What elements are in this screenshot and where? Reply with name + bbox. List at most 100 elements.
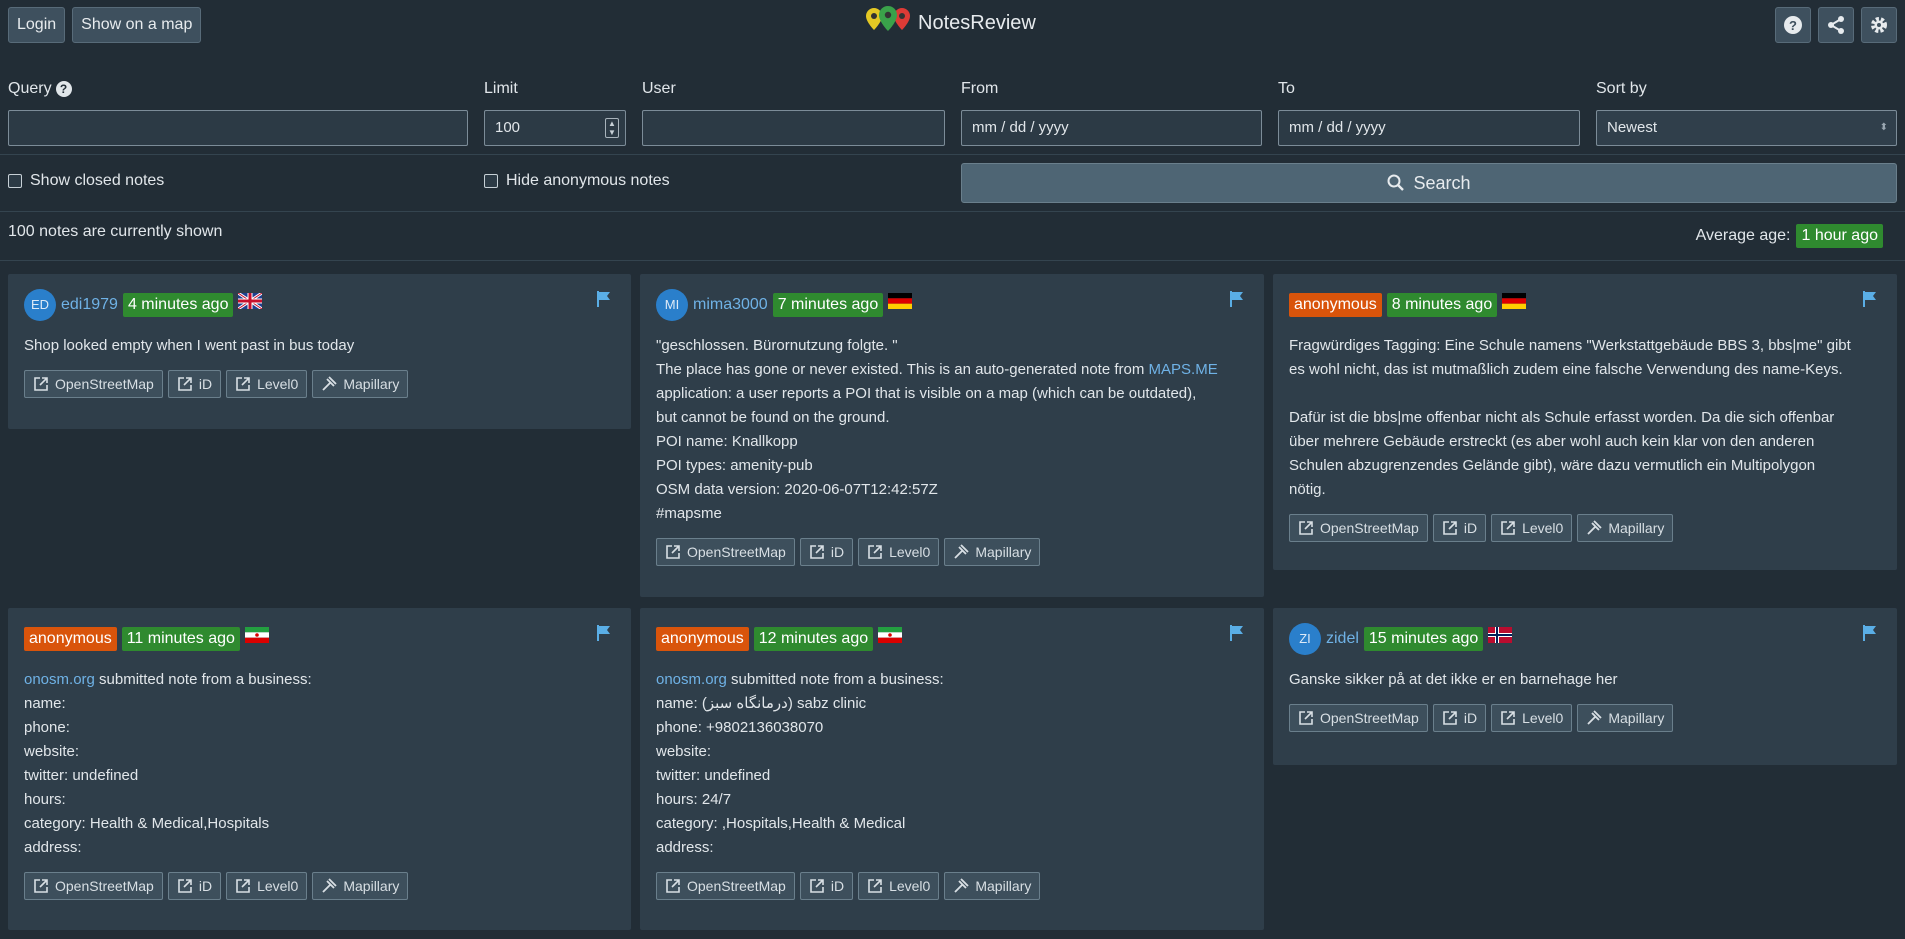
note-card: anonymous 12 minutes ago onosm.org submitt… (640, 608, 1264, 930)
average-age-badge: 1 hour ago (1796, 224, 1883, 248)
openstreetmap-button[interactable]: OpenStreetMap (656, 538, 795, 566)
svg-text:?: ? (1789, 18, 1797, 33)
action-label: Mapillary (343, 878, 400, 894)
from-label: From (961, 80, 999, 97)
level0-button[interactable]: Level0 (858, 538, 940, 566)
external-link-icon (867, 878, 883, 894)
mapillary-button[interactable]: Mapillary (312, 872, 409, 900)
brand: NotesReview (864, 6, 1036, 40)
note-body: Fragwürdiges Tagging: Eine Schule namens… (1289, 334, 1881, 502)
search-label: Search (1413, 172, 1471, 193)
action-label: OpenStreetMap (1320, 710, 1419, 726)
user-input[interactable] (642, 110, 945, 146)
divider (0, 154, 1905, 155)
mapillary-button[interactable]: Mapillary (312, 370, 409, 398)
note-card: ZI zidel 15 minutes ago Ganske sikker på at… (1273, 608, 1897, 765)
show-closed-checkbox[interactable]: Show closed notes (8, 172, 164, 190)
report-flag-icon[interactable] (595, 290, 613, 308)
checkbox-box[interactable] (484, 174, 498, 188)
anonymous-badge: anonymous (656, 627, 749, 651)
anonymous-badge: anonymous (1289, 293, 1382, 317)
level0-button[interactable]: Level0 (858, 872, 940, 900)
note-text-line: category: Health & Medical,Hospitals (24, 812, 615, 836)
external-link-icon (177, 376, 193, 392)
id-editor-button[interactable]: iD (167, 872, 222, 900)
login-button[interactable]: Login (8, 7, 66, 43)
note-text-line: onosm.org submitted note from a business… (656, 668, 1248, 692)
external-link-icon (235, 878, 251, 894)
openstreetmap-button[interactable]: OpenStreetMap (1289, 704, 1428, 732)
note-text-line: address: (656, 836, 1248, 860)
checkbox-box[interactable] (8, 174, 22, 188)
limit-stepper[interactable]: ▲ ▼ (605, 118, 619, 138)
de-flag-icon (1502, 293, 1527, 317)
note-text: application: a user reports a POI that i… (656, 385, 1197, 402)
help-icon: ? (1784, 16, 1802, 34)
from-date-input[interactable]: mm / dd / yyyy (961, 110, 1262, 146)
sort-select[interactable]: Newest ⬍ (1596, 110, 1897, 146)
no-flag-icon (1488, 627, 1513, 651)
search-button[interactable]: Search (961, 163, 1897, 203)
openstreetmap-button[interactable]: OpenStreetMap (1289, 514, 1428, 542)
id-editor-button[interactable]: iD (1432, 704, 1487, 732)
top-bar: Login Show on a map NotesReview ? (0, 0, 1905, 50)
level0-button[interactable]: Level0 (1491, 514, 1573, 542)
help-button[interactable]: ? (1775, 7, 1811, 43)
user-link[interactable]: edi1979 (61, 293, 118, 317)
mapillary-button[interactable]: Mapillary (944, 872, 1041, 900)
share-button[interactable] (1818, 7, 1854, 43)
user-label: User (642, 80, 676, 97)
note-text: category: Health & Medical,Hospitals (24, 815, 270, 832)
source-link[interactable]: onosm.org (24, 671, 95, 688)
id-editor-button[interactable]: iD (799, 538, 854, 566)
note-card: anonymous 11 minutes ago onosm.org submitt… (8, 608, 631, 930)
limit-input[interactable]: 100 ▲ ▼ (484, 110, 626, 146)
user-link[interactable]: zidel (1326, 627, 1359, 651)
mapillary-button[interactable]: Mapillary (944, 538, 1041, 566)
level0-button[interactable]: Level0 (1491, 704, 1573, 732)
external-link-icon (1298, 520, 1314, 536)
mapillary-button[interactable]: Mapillary (1577, 704, 1674, 732)
note-card: anonymous 8 minutes ago Fragwürdiges Taggi… (1273, 274, 1897, 570)
level0-button[interactable]: Level0 (226, 370, 308, 398)
openstreetmap-button[interactable]: OpenStreetMap (24, 872, 163, 900)
average-age-label: Average age: (1695, 227, 1791, 244)
ir-flag-icon (878, 627, 903, 651)
note-text: twitter: undefined (24, 767, 139, 784)
note-body: onosm.org submitted note from a business… (24, 668, 615, 860)
id-editor-button[interactable]: iD (1432, 514, 1487, 542)
report-flag-icon[interactable] (1228, 624, 1246, 642)
age-badge: 7 minutes ago (772, 293, 884, 317)
level0-button[interactable]: Level0 (226, 872, 308, 900)
openstreetmap-button[interactable]: OpenStreetMap (24, 370, 163, 398)
openstreetmap-button[interactable]: OpenStreetMap (656, 872, 795, 900)
note-text-line: Schulen abzugrenzendes Gelände gibt), wä… (1289, 454, 1881, 478)
source-link[interactable]: onosm.org (656, 671, 727, 688)
mapillary-button[interactable]: Mapillary (1577, 514, 1674, 542)
external-link-icon (33, 376, 49, 392)
note-text-line: über mehrere Gebäude erstreckt (es aber … (1289, 430, 1881, 454)
action-label: Level0 (1522, 710, 1564, 726)
external-link-icon (177, 878, 193, 894)
to-date-input[interactable]: mm / dd / yyyy (1278, 110, 1580, 146)
show-on-map-button[interactable]: Show on a map (72, 7, 202, 43)
action-label: OpenStreetMap (55, 878, 154, 894)
query-input[interactable] (8, 110, 468, 146)
query-label: Query? (8, 80, 72, 98)
report-flag-icon[interactable] (595, 624, 613, 642)
note-actions: OpenStreetMap iD Level0 Mapillary (656, 872, 1248, 900)
report-flag-icon[interactable] (1228, 290, 1246, 308)
settings-button[interactable] (1861, 7, 1897, 43)
id-editor-button[interactable]: iD (167, 370, 222, 398)
note-card: MI mima3000 7 minutes ago "geschlossen. Bür… (640, 274, 1264, 597)
report-flag-icon[interactable] (1861, 624, 1879, 642)
id-editor-button[interactable]: iD (799, 872, 854, 900)
hide-anonymous-checkbox[interactable]: Hide anonymous notes (484, 172, 670, 190)
sort-label: Sort by (1596, 80, 1647, 97)
note-text: es wohl nicht, das ist mutmaßlich zudem … (1289, 361, 1843, 378)
mapillary-icon (321, 376, 337, 392)
user-link[interactable]: mima3000 (693, 293, 768, 317)
source-link[interactable]: MAPS.ME (1149, 361, 1218, 378)
query-help-icon[interactable]: ? (55, 80, 72, 97)
report-flag-icon[interactable] (1861, 290, 1879, 308)
